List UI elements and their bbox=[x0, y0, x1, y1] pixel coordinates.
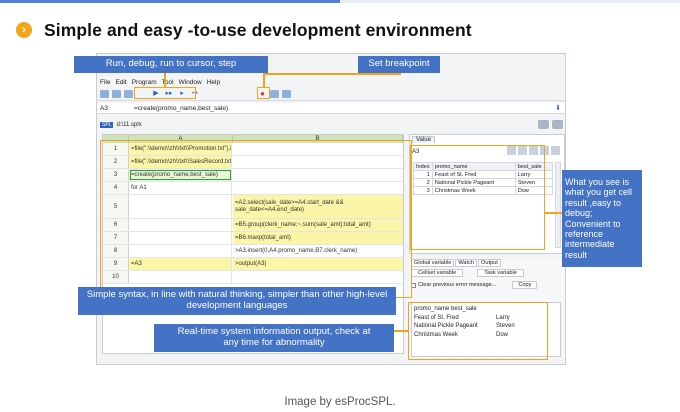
syntax-callout-line2: development languages bbox=[186, 300, 288, 311]
menu-item-window[interactable]: Window bbox=[179, 79, 202, 86]
breakpoint-connector-line bbox=[263, 74, 265, 87]
section-heading: › Simple and easy -to-use development en… bbox=[16, 19, 472, 41]
arrow-down-icon[interactable]: ⬇ bbox=[555, 104, 561, 112]
menu-item-program[interactable]: Program bbox=[132, 79, 157, 86]
cell-reference[interactable]: A3 bbox=[100, 105, 134, 112]
tab-global-variable[interactable]: Global variable bbox=[411, 259, 455, 267]
realtime-callout: Real-time system information output, che… bbox=[154, 324, 394, 352]
output-highlight bbox=[408, 302, 548, 360]
cellset-variable-button[interactable]: Cellset variable bbox=[411, 269, 464, 277]
menu-item-help[interactable]: Help bbox=[207, 79, 220, 86]
breakpoint-connector-line bbox=[263, 73, 401, 75]
menu-item-file[interactable]: File bbox=[100, 79, 110, 86]
run-callout: Run, debug, run to cursor, step bbox=[74, 56, 268, 73]
tab-watch[interactable]: Watch bbox=[455, 259, 477, 267]
spl-file-icon: SPL bbox=[100, 122, 114, 128]
formula-input[interactable]: =create(promo_name,best_sale) bbox=[134, 105, 228, 112]
code-highlight bbox=[100, 140, 412, 298]
save-icon[interactable] bbox=[124, 90, 133, 98]
syntax-callout: Simple syntax, in line with natural thin… bbox=[78, 287, 396, 315]
image-caption: Image by esProcSPL. bbox=[284, 396, 396, 408]
output-connector-line bbox=[393, 330, 408, 332]
list-icon[interactable] bbox=[282, 90, 291, 98]
value-connector-line bbox=[545, 212, 562, 214]
edit-icon[interactable] bbox=[551, 146, 560, 155]
formula-bar: A3 =create(promo_name,best_sale) ⬇ bbox=[97, 103, 565, 114]
tab-output[interactable]: Output bbox=[477, 259, 501, 267]
top-progress-fill bbox=[0, 0, 340, 3]
page-title: Simple and easy -to-use development envi… bbox=[44, 19, 472, 40]
tab-value[interactable]: Value bbox=[412, 136, 435, 143]
run-connector-line bbox=[164, 73, 166, 87]
file-tab-bar: SPL d:\11.splx bbox=[97, 119, 565, 131]
see-callout: What you see is what you get cell result… bbox=[562, 170, 642, 267]
file-tab[interactable]: d:\11.splx bbox=[116, 122, 141, 128]
new-file-icon[interactable] bbox=[100, 90, 109, 98]
menu-item-edit[interactable]: Edit bbox=[115, 79, 126, 86]
value-scrollbar[interactable] bbox=[555, 162, 561, 248]
clear-error-label: Clear previous error message... bbox=[418, 282, 497, 288]
open-folder-icon[interactable] bbox=[112, 90, 121, 98]
copy-button[interactable]: Copy bbox=[512, 281, 538, 289]
top-progress-line bbox=[0, 0, 680, 3]
breakpoint-callout: Set breakpoint bbox=[358, 56, 440, 73]
panel-toggle-icon[interactable] bbox=[538, 120, 549, 129]
value-highlight bbox=[410, 145, 545, 250]
task-variable-button[interactable]: Task variable bbox=[477, 269, 524, 277]
run-controls-highlight bbox=[134, 87, 196, 99]
breakpoint-highlight bbox=[257, 87, 270, 99]
panel-settings-icon[interactable] bbox=[552, 120, 563, 129]
clipboard-icon[interactable] bbox=[270, 90, 279, 98]
realtime-callout-line2: any time for abnormality bbox=[223, 337, 325, 348]
chevron-right-icon: › bbox=[16, 22, 32, 38]
